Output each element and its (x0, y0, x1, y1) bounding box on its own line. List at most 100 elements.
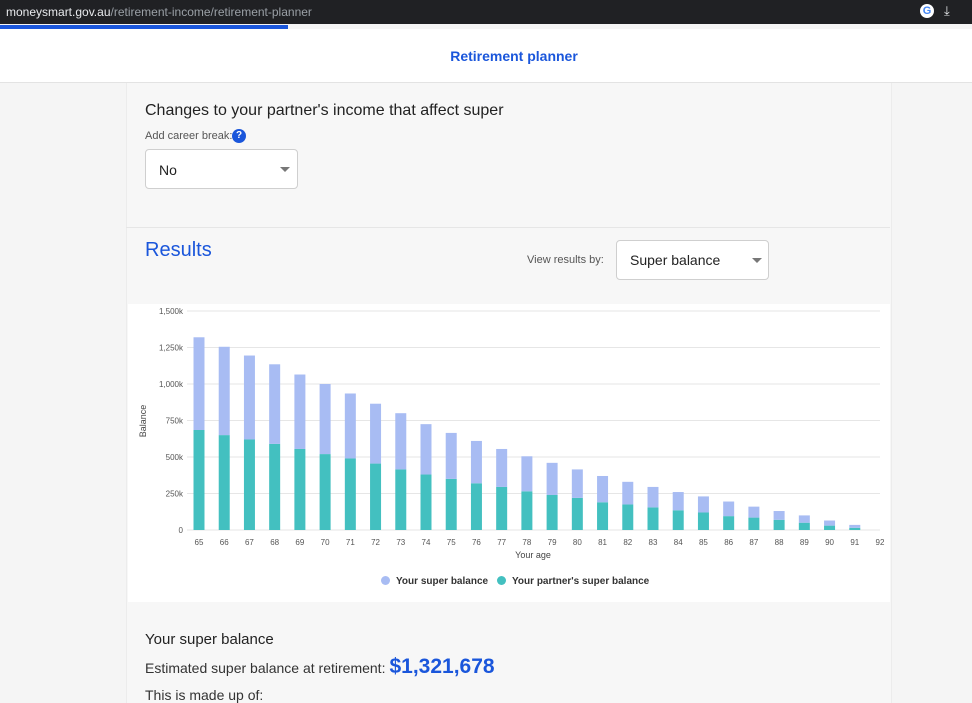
x-tick-label: 85 (699, 538, 708, 547)
bar-your-super (269, 364, 281, 444)
bar-partner-super (723, 516, 735, 530)
bar-partner-super (672, 510, 684, 530)
bar-partner-super (849, 527, 861, 530)
chevron-down-icon (752, 258, 762, 263)
bar-your-super (798, 515, 810, 523)
x-tick-label: 74 (422, 538, 431, 547)
x-tick-label: 65 (195, 538, 204, 547)
bar-your-super (445, 432, 457, 479)
made-up-of-label: This is made up of: (145, 687, 264, 703)
bar-partner-super (445, 478, 457, 530)
x-tick-label: 72 (371, 538, 380, 547)
partner-income-heading: Changes to your partner's income that af… (145, 102, 504, 119)
bar-your-super (470, 440, 482, 484)
bar-your-super (697, 496, 709, 513)
google-icon[interactable]: G (920, 4, 934, 18)
career-break-select[interactable]: No (145, 149, 298, 189)
bar-partner-super (395, 469, 407, 530)
view-results-by-label: View results by: (527, 254, 604, 266)
x-tick-label: 79 (548, 538, 557, 547)
page-title: Retirement planner (450, 48, 578, 64)
x-tick-label: 81 (598, 538, 607, 547)
legend-item-partner-super[interactable]: Your partner's super balance (497, 576, 649, 587)
legend-item-your-super[interactable]: Your super balance (381, 576, 488, 587)
estimated-balance-line: Estimated super balance at retirement: $1… (145, 655, 495, 679)
legend-dot-icon (497, 576, 506, 585)
bar-your-super (647, 486, 659, 508)
y-tick-label: 1,500k (159, 307, 184, 316)
bar-partner-super (622, 504, 634, 530)
x-tick-label: 83 (649, 538, 658, 547)
y-tick-label: 750k (166, 417, 184, 426)
bar-your-super (723, 501, 735, 517)
bar-your-super (370, 403, 382, 464)
browser-address-bar[interactable]: moneysmart.gov.au/retirement-income/reti… (0, 0, 972, 24)
estimate-value: $1,321,678 (389, 655, 495, 678)
bar-partner-super (571, 497, 583, 530)
y-axis-label: Balance (138, 405, 148, 438)
bar-your-super (571, 469, 583, 498)
bar-your-super (622, 481, 634, 505)
download-icon[interactable]: ⤓ (944, 3, 950, 19)
bar-your-super (496, 448, 508, 487)
section-divider (126, 227, 890, 228)
x-tick-label: 87 (749, 538, 758, 547)
bar-partner-super (193, 429, 205, 530)
bar-partner-super (521, 491, 533, 530)
bar-partner-super (370, 463, 382, 530)
x-tick-label: 68 (270, 538, 279, 547)
bar-your-super (748, 506, 760, 518)
view-results-select[interactable]: Super balance (616, 240, 769, 280)
bar-partner-super (294, 448, 306, 530)
bar-partner-super (597, 502, 609, 530)
bar-partner-super (218, 435, 230, 530)
bar-your-super (672, 492, 684, 511)
url-text[interactable]: moneysmart.gov.au/retirement-income/reti… (6, 5, 312, 19)
chevron-down-icon (280, 167, 290, 172)
bar-your-super (294, 374, 306, 449)
bar-your-super (395, 413, 407, 470)
bar-your-super (849, 524, 861, 528)
x-tick-label: 71 (346, 538, 355, 547)
bar-partner-super (748, 517, 760, 530)
page-header: Retirement planner (0, 29, 972, 83)
x-tick-label: 84 (674, 538, 683, 547)
y-tick-label: 500k (166, 453, 184, 462)
x-tick-label: 69 (295, 538, 304, 547)
bar-partner-super (496, 486, 508, 530)
y-tick-label: 1,000k (159, 380, 184, 389)
super-balance-chart: 0 250k 500k 750k 1,000k 1,250k 1,500k Balance 65… (128, 304, 890, 602)
bar-partner-super (773, 519, 785, 530)
help-icon[interactable]: ? (232, 129, 246, 143)
x-tick-label: 92 (876, 538, 885, 547)
bar-partner-super (470, 483, 482, 530)
bar-partner-super (319, 454, 331, 530)
x-tick-label: 91 (850, 538, 859, 547)
estimate-label: Estimated super balance at retirement: (145, 660, 386, 676)
x-tick-label: 67 (245, 538, 254, 547)
bar-your-super (193, 337, 205, 430)
bar-partner-super (269, 443, 281, 530)
bar-your-super (344, 393, 356, 459)
career-break-label: Add career break: (145, 130, 233, 142)
y-tick-label: 250k (166, 490, 184, 499)
legend-label: Your partner's super balance (512, 576, 650, 587)
bar-your-super (521, 456, 533, 492)
x-tick-label: 78 (522, 538, 531, 547)
bar-partner-super (420, 474, 432, 530)
x-tick-label: 76 (472, 538, 481, 547)
y-tick-label: 1,250k (159, 344, 184, 353)
bar-your-super (773, 511, 785, 520)
x-tick-label: 88 (775, 538, 784, 547)
bar-partner-super (243, 439, 255, 530)
x-tick-label: 90 (825, 538, 834, 547)
career-break-value: No (159, 162, 177, 178)
x-axis-label: Your age (515, 550, 551, 560)
x-tick-label: 89 (800, 538, 809, 547)
bar-your-super (824, 520, 836, 526)
x-tick-label: 80 (573, 538, 582, 547)
view-results-value: Super balance (630, 252, 721, 268)
x-tick-label: 66 (220, 538, 229, 547)
bar-your-super (243, 355, 255, 440)
bar-your-super (218, 346, 230, 436)
